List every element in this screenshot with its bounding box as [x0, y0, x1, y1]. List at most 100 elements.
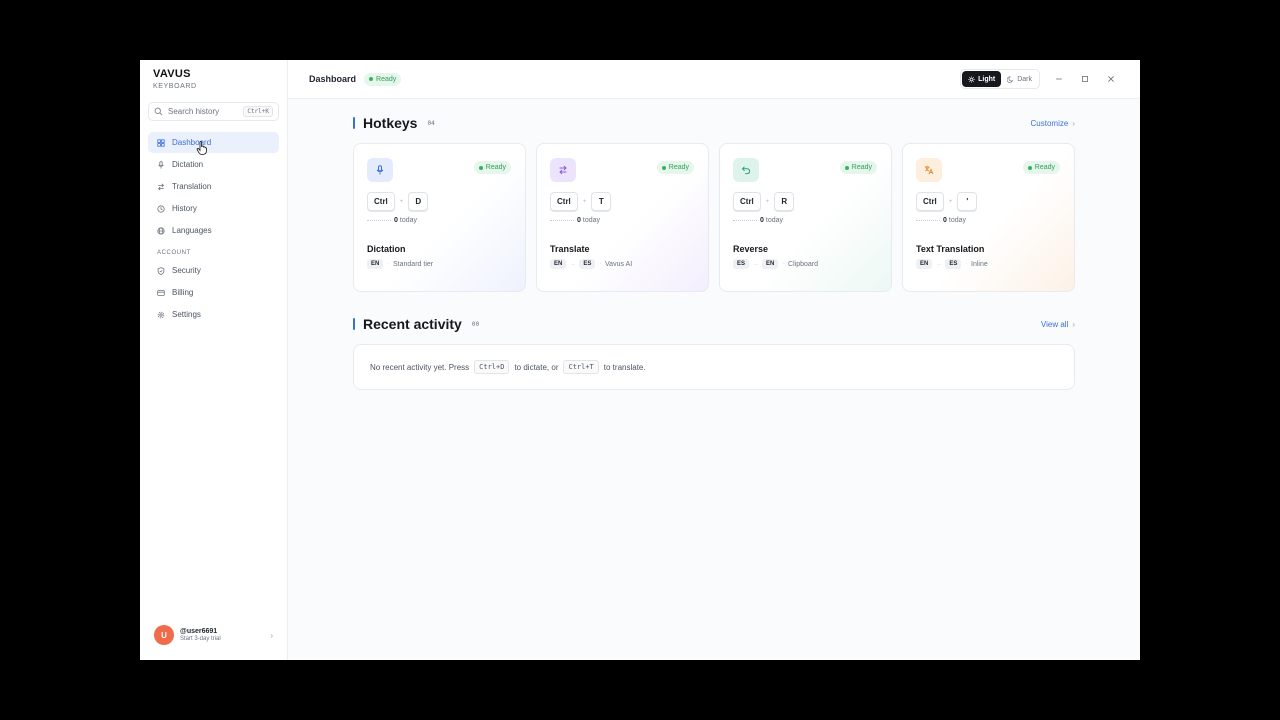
theme-light-button[interactable]: Light	[962, 71, 1002, 87]
topbar: Dashboard Ready Light Dark	[288, 60, 1140, 99]
sidebar-item-billing[interactable]: Billing	[148, 282, 279, 303]
arrow-right-icon: →	[936, 261, 942, 267]
brand-name: VAVUS	[153, 68, 191, 80]
sidebar-item-history[interactable]: History	[148, 198, 279, 219]
sidebar-item-dictation[interactable]: Dictation	[148, 154, 279, 175]
card-icon-tile	[550, 158, 576, 182]
sidebar: VAVUS KEYBOARD Search history Ctrl+K Das…	[140, 60, 288, 660]
mic-icon	[376, 165, 384, 175]
grid-icon	[157, 138, 165, 147]
usage-today: 0 today	[733, 217, 878, 224]
sun-icon	[968, 75, 975, 83]
page-title: Dashboard	[309, 74, 357, 84]
sidebar-item-settings[interactable]: Settings	[148, 304, 279, 325]
theme-toggle: Light Dark	[960, 69, 1040, 89]
swap-icon	[559, 165, 567, 175]
shortcut-chip: Ctrl+D	[474, 360, 510, 374]
customize-link[interactable]: Customize ›	[1031, 119, 1075, 128]
card-meta: EN → ES · Vavus AI	[550, 259, 695, 269]
activity-header: Recent activity 00 View all ›	[353, 316, 1075, 332]
plus-icon: +	[582, 198, 587, 205]
sidebar-item-translation[interactable]: Translation	[148, 176, 279, 197]
hotkey-card-translate[interactable]: Ready Ctrl + T 0 today Translate EN → ES…	[536, 143, 709, 292]
plus-icon: +	[399, 198, 404, 205]
hotkey-card-text-translation[interactable]: Ready Ctrl + ' 0 today Text Translation	[902, 143, 1075, 292]
theme-light-label: Light	[978, 75, 996, 83]
activity-empty-state: No recent activity yet. Press Ctrl+D to …	[353, 344, 1075, 390]
usage-count: 0	[760, 217, 764, 224]
key-cap: Ctrl	[550, 192, 578, 211]
view-all-link[interactable]: View all ›	[1041, 320, 1075, 329]
status-badge: Ready	[364, 72, 402, 86]
hotkey-combo: Ctrl + '	[916, 192, 1061, 211]
hand-cursor-icon	[196, 141, 207, 155]
status-badge: Ready	[656, 161, 694, 174]
chevron-right-icon: ›	[270, 630, 273, 640]
usage-label: today	[582, 217, 601, 224]
language-tag: EN	[916, 259, 933, 269]
card-title: Reverse	[733, 244, 769, 254]
close-button[interactable]	[1102, 70, 1120, 88]
card-title: Dictation	[367, 244, 406, 254]
sidebar-section-account: ACCOUNT	[157, 250, 191, 256]
usage-label: today	[765, 217, 784, 224]
usage-count: 0	[394, 217, 398, 224]
sidebar-nav: Dashboard Dictation Translation History …	[148, 132, 279, 325]
maximize-icon	[1082, 76, 1088, 82]
sidebar-item-languages[interactable]: Languages	[148, 220, 279, 241]
hotkey-cards: Ready Ctrl + D 0 today Dictation EN · St…	[353, 143, 1075, 292]
sidebar-item-label: Languages	[172, 226, 212, 235]
empty-text: to translate.	[603, 362, 646, 372]
hotkeys-header: Hotkeys 04 Customize ›	[353, 115, 1075, 131]
status-dot-icon	[661, 165, 666, 170]
arrow-right-icon: →	[753, 261, 759, 267]
plus-icon: +	[948, 198, 953, 205]
brand-subtitle: KEYBOARD	[153, 83, 197, 90]
key-cap: T	[591, 192, 612, 211]
undo-icon	[741, 166, 751, 175]
chevron-right-icon: ›	[1072, 319, 1075, 329]
theme-dark-button[interactable]: Dark	[1001, 71, 1038, 87]
separator-dot-icon: ·	[599, 261, 602, 267]
avatar: U	[154, 625, 174, 645]
clock-icon	[157, 204, 165, 213]
sidebar-item-dashboard[interactable]: Dashboard	[148, 132, 279, 153]
card-icon-tile	[367, 158, 393, 182]
hotkeys-count: 04	[427, 119, 435, 127]
status-dot-icon	[369, 77, 374, 81]
separator-dot-icon: ·	[782, 261, 785, 267]
user-profile[interactable]: U @user6691 Start 3-day trial ›	[148, 622, 279, 648]
activity-count: 00	[471, 320, 480, 328]
usage-today: 0 today	[367, 217, 512, 224]
card-icon-tile	[733, 158, 759, 182]
card-meta-text: Inline	[971, 260, 988, 268]
hotkey-card-reverse[interactable]: Ready Ctrl + R 0 today Reverse ES → EN ·…	[719, 143, 892, 292]
key-cap: R	[774, 192, 795, 211]
plus-icon: +	[765, 198, 770, 205]
card-meta: ES → EN · Clipboard	[733, 259, 878, 269]
language-tag: EN	[762, 259, 779, 269]
sidebar-item-label: History	[172, 204, 197, 213]
usage-count: 0	[577, 217, 581, 224]
section-accent-bar	[353, 117, 355, 129]
theme-dark-label: Dark	[1017, 75, 1032, 83]
hotkey-card-dictation[interactable]: Ready Ctrl + D 0 today Dictation EN · St…	[353, 143, 526, 292]
window-controls	[1050, 70, 1120, 88]
search-shortcut: Ctrl+K	[243, 106, 273, 117]
usage-count: 0	[943, 217, 947, 224]
separator-dot-icon: ·	[965, 261, 968, 267]
search-input[interactable]: Search history Ctrl+K	[148, 102, 279, 121]
status-badge: Ready	[1022, 161, 1060, 174]
brand: VAVUS KEYBOARD	[148, 60, 279, 90]
usage-label: today	[948, 217, 967, 224]
status-dot-icon	[844, 165, 849, 170]
minimize-button[interactable]	[1050, 70, 1068, 88]
card-title: Text Translation	[916, 244, 985, 254]
maximize-button[interactable]	[1076, 70, 1094, 88]
shortcut-chip: Ctrl+T	[563, 360, 599, 374]
user-name: @user6691	[180, 628, 218, 635]
key-cap: Ctrl	[367, 192, 395, 211]
sidebar-item-security[interactable]: Security	[148, 260, 279, 281]
search-icon	[154, 107, 163, 116]
mic-icon	[158, 160, 164, 169]
